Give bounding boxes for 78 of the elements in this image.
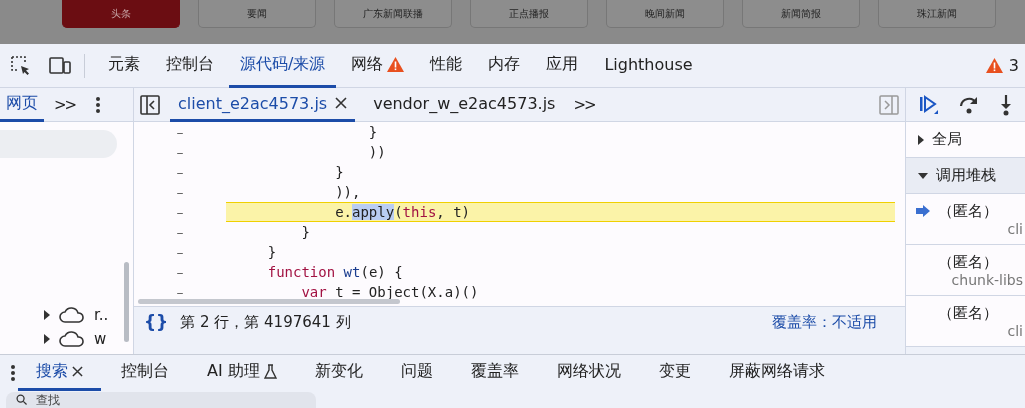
tree-item-label[interactable]: w	[94, 330, 107, 348]
drawer-tab[interactable]: 变更	[640, 354, 709, 391]
pretty-print-button[interactable]: {}	[144, 312, 169, 332]
devtools-tab[interactable]: 元素	[97, 43, 151, 88]
devtools-tab[interactable]: 内存	[477, 43, 532, 88]
devtools-tab[interactable]: 控制台	[155, 43, 225, 88]
search-field[interactable]: 查找	[6, 392, 316, 408]
close-icon[interactable]	[72, 365, 83, 377]
coverage-link[interactable]: 覆盖率：不适用	[772, 312, 877, 332]
line-gutter: –	[175, 224, 185, 240]
drawer-tab[interactable]: 网络状况	[538, 354, 639, 391]
news-tab[interactable]: 晚间新闻	[606, 0, 724, 28]
function-name: （匿名）	[938, 303, 998, 323]
devtools-tab[interactable]: 源代码/来源	[229, 43, 337, 88]
news-tab[interactable]: 珠江新闻	[878, 0, 996, 28]
news-tab[interactable]: 要闻	[198, 0, 316, 28]
code-line: )),	[334, 183, 362, 202]
more-tabs-button[interactable]: >>	[573, 95, 595, 114]
line-gutter: –	[175, 144, 185, 160]
line-gutter: –	[175, 204, 185, 220]
function-name: （匿名）	[938, 201, 998, 221]
line-gutter: –	[175, 164, 185, 180]
drawer-tab[interactable]: 覆盖率	[452, 354, 537, 391]
code-line: }	[266, 243, 278, 262]
code-line: }	[367, 123, 379, 142]
drawer-tab[interactable]: 屏蔽网络请求	[710, 354, 843, 391]
drawer-tab[interactable]: 控制台	[103, 354, 187, 391]
news-tab[interactable]: 广东新闻联播	[334, 0, 452, 28]
line-gutter: –	[175, 184, 185, 200]
warning-icon[interactable]	[985, 58, 1003, 73]
menu-icon[interactable]	[10, 363, 16, 382]
close-icon[interactable]	[335, 97, 348, 109]
expand-arrow-icon[interactable]	[918, 134, 924, 145]
news-tab[interactable]: 新闻简报	[742, 0, 860, 28]
file-name: cli	[1007, 322, 1024, 339]
devtools-tab[interactable]: Lighthouse	[593, 43, 704, 88]
expand-arrow-icon[interactable]	[918, 172, 928, 179]
file-name: cli	[1007, 220, 1024, 237]
cloud-icon	[58, 306, 86, 324]
tree-item-label[interactable]: r..	[94, 306, 109, 324]
devtools-tab[interactable]: 性能	[419, 43, 474, 88]
code-line: ))	[367, 143, 387, 162]
more-tabs-button[interactable]: >>	[54, 95, 76, 114]
drawer-tab[interactable]: AI 助理	[189, 354, 295, 391]
devtools-tab[interactable]: 网络	[340, 43, 416, 88]
expand-arrow-icon[interactable]	[44, 310, 50, 320]
call-frame[interactable]: （匿名） cli	[906, 194, 1025, 245]
call-frame[interactable]: （匿名） chunk-libs	[906, 245, 1025, 296]
file-tab[interactable]: vendor_w_e2ac4573.js	[365, 87, 564, 122]
sidebar-toggle-icon[interactable]	[140, 94, 160, 115]
expand-arrow-icon[interactable]	[44, 334, 50, 344]
issues-count[interactable]: 3	[1008, 56, 1019, 75]
line-gutter: –	[175, 284, 185, 300]
code-line: }	[300, 223, 311, 242]
call-frame[interactable]: （匿名） cli	[906, 296, 1025, 347]
cursor-position: 第 2 行，第 4197641 列	[180, 312, 351, 332]
news-tab[interactable]: 正点播报	[470, 0, 588, 28]
drawer-tab[interactable]: 新变化	[296, 354, 381, 391]
section-header[interactable]: 全局	[932, 130, 962, 149]
code-line: function wt(e) {	[266, 263, 404, 282]
news-tab[interactable]: 头条	[62, 0, 180, 28]
menu-icon[interactable]	[95, 95, 102, 114]
device-icon[interactable]	[48, 54, 72, 77]
file-name: chunk-libs	[951, 271, 1024, 288]
code-line: }	[334, 163, 345, 182]
line-gutter: –	[175, 124, 185, 140]
code-line: var t = Object(X.a)()	[300, 283, 480, 302]
cloud-icon	[58, 330, 86, 348]
scrollbar[interactable]	[138, 299, 400, 304]
resume-icon[interactable]	[918, 93, 940, 116]
drawer-tab[interactable]: 问题	[382, 354, 451, 391]
sidebar-toggle-icon[interactable]	[879, 94, 899, 115]
inspect-icon[interactable]	[10, 54, 32, 77]
function-name: （匿名）	[938, 252, 998, 272]
line-gutter: –	[175, 244, 185, 260]
line-gutter: –	[175, 264, 185, 280]
devtools-tab[interactable]: 应用	[535, 43, 590, 88]
scrollbar[interactable]	[124, 262, 129, 342]
